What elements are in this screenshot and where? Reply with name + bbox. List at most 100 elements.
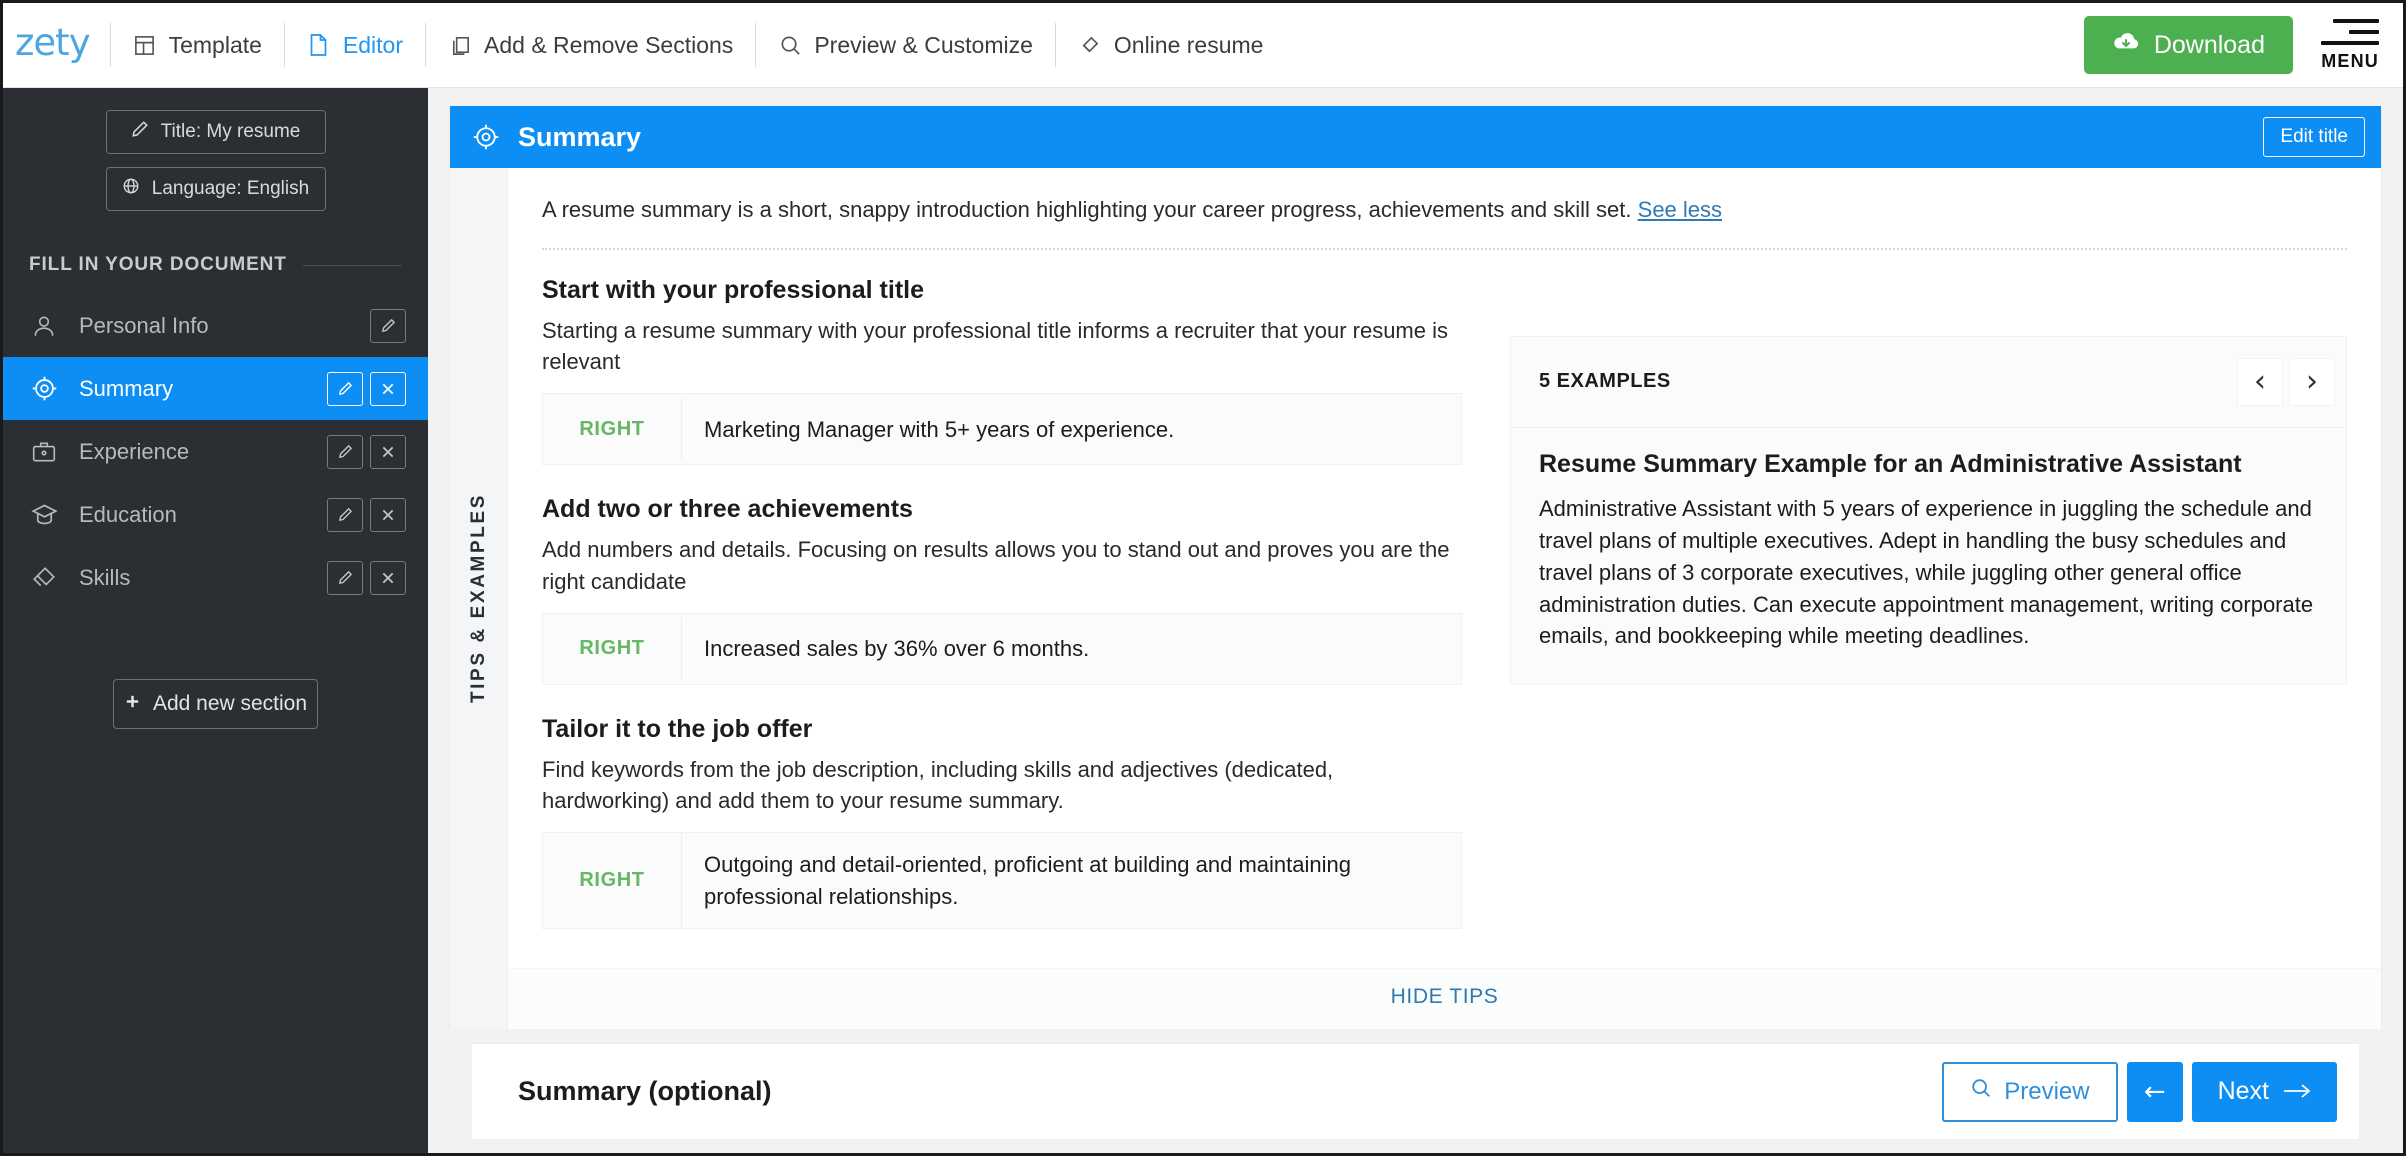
tip-heading: Start with your professional title: [542, 275, 924, 304]
plus-icon: [124, 692, 141, 716]
tips-columns: Start with your professional title Start…: [542, 276, 2347, 968]
nav-item-template[interactable]: Template: [111, 17, 284, 73]
graduation-cap-icon: [27, 501, 61, 528]
intro-text: A resume summary is a short, snappy intr…: [542, 194, 2347, 226]
right-tag: RIGHT: [579, 417, 645, 440]
summary-title: Summary: [518, 121, 642, 152]
bottom-action-bar: Summary (optional) Preview ← Next: [472, 1043, 2359, 1139]
edit-education-button[interactable]: [327, 497, 363, 532]
topbar-right-actions: Download MENU: [2083, 16, 2403, 74]
sidebar-actions: [327, 497, 406, 532]
download-button[interactable]: Download: [2083, 16, 2293, 74]
header-rule: [302, 264, 402, 266]
tip-body: Find keywords from the job description, …: [542, 756, 1334, 814]
summary-card: Summary Edit title TIPS & EXAMPLES A res…: [450, 106, 2381, 1029]
person-icon: [27, 313, 61, 339]
tips-rail-label: TIPS & EXAMPLES: [467, 493, 489, 704]
tip-example-text: Marketing Manager with 5+ years of exper…: [681, 397, 1461, 461]
tips-pane: A resume summary is a short, snappy intr…: [508, 168, 2381, 1029]
nav-item-preview-customize[interactable]: Preview & Customize: [756, 17, 1055, 73]
tip-body: Starting a resume summary with your prof…: [542, 317, 1448, 375]
menu-button[interactable]: MENU: [2321, 18, 2379, 72]
tip-example-box: RIGHT Increased sales by 36% over 6 mont…: [542, 612, 1462, 685]
tip-block: Tailor it to the job offer Find keywords…: [542, 715, 1462, 929]
bottom-actions: Preview ← Next: [1942, 1061, 2337, 1122]
hamburger-bar: [2321, 40, 2379, 45]
tip-example-text: Outgoing and detail-oriented, proficient…: [681, 833, 1461, 928]
back-button[interactable]: ←: [2126, 1061, 2183, 1122]
sidebar-item-experience[interactable]: Experience: [3, 420, 428, 483]
sidebar-actions: [327, 434, 406, 469]
sidebar-label-education: Education: [79, 501, 177, 527]
hamburger-bar: [2333, 18, 2379, 23]
sidebar-actions: [327, 560, 406, 595]
fill-in-document-header: FILL IN YOUR DOCUMENT: [3, 232, 428, 276]
target-icon: [27, 375, 61, 402]
nav-label-template: Template: [168, 31, 262, 58]
sidebar-label-experience: Experience: [79, 438, 190, 464]
tip-example-box: RIGHT Marketing Manager with 5+ years of…: [542, 393, 1462, 466]
hide-tips-button[interactable]: HIDE TIPS: [508, 968, 2381, 1029]
delete-summary-button[interactable]: [370, 371, 406, 406]
sidebar-item-education[interactable]: Education: [3, 483, 428, 546]
search-icon: [778, 33, 802, 57]
menu-label: MENU: [2321, 50, 2379, 71]
fill-in-document-label: FILL IN YOUR DOCUMENT: [29, 254, 287, 275]
add-new-section-label: Add new section: [152, 692, 308, 715]
zety-logo[interactable]: zety: [3, 24, 110, 67]
sidebar-label-summary: Summary: [79, 375, 174, 401]
next-button[interactable]: Next: [2191, 1061, 2337, 1122]
sidebar-label-personal-info: Personal Info: [79, 312, 209, 338]
edit-summary-button[interactable]: [327, 371, 363, 406]
delete-education-button[interactable]: [370, 497, 406, 532]
tip-heading: Add two or three achievements: [542, 495, 913, 524]
preview-label: Preview: [2004, 1077, 2090, 1105]
document-icon: [307, 33, 331, 57]
nav-item-add-remove-sections[interactable]: Add & Remove Sections: [426, 17, 755, 73]
delete-skills-button[interactable]: [370, 560, 406, 595]
edit-personal-info-button[interactable]: [370, 308, 406, 343]
next-label: Next: [2217, 1077, 2269, 1105]
spacer-strip: [450, 1139, 2381, 1153]
edit-skills-button[interactable]: [327, 560, 363, 595]
preview-button[interactable]: Preview: [1942, 1061, 2118, 1122]
nav-label-preview-customize: Preview & Customize: [814, 31, 1033, 58]
search-icon: [1970, 1077, 1992, 1106]
examples-nav: ‹ ›: [2238, 358, 2334, 405]
nav-item-online-resume[interactable]: Online resume: [1056, 17, 1286, 73]
app-window: zety Template Editor Add & Remove Sectio…: [0, 0, 2406, 1156]
briefcase-icon: [27, 439, 61, 465]
chevron-left-icon[interactable]: ‹: [2238, 358, 2282, 405]
tips-rail: TIPS & EXAMPLES: [450, 168, 508, 1029]
examples-header: 5 EXAMPLES ‹ ›: [1511, 337, 2346, 428]
arrow-right-icon: [2283, 1077, 2311, 1106]
delete-experience-button[interactable]: [370, 434, 406, 469]
sidebar-item-skills[interactable]: Skills: [3, 546, 428, 609]
spacer-strip: [450, 1029, 2381, 1043]
globe-icon: [122, 177, 140, 201]
examples-count-label: 5 EXAMPLES: [1539, 370, 1671, 393]
chevron-right-icon[interactable]: ›: [2290, 358, 2334, 405]
sidebar: Title: My resume Language: English FILL …: [3, 88, 428, 1153]
right-tag: RIGHT: [579, 637, 645, 660]
see-less-link[interactable]: See less: [1638, 197, 1722, 222]
nav-label-add-remove-sections: Add & Remove Sections: [484, 31, 734, 58]
copy-icon: [448, 33, 472, 57]
sidebar-actions: [370, 308, 406, 343]
resume-title-button[interactable]: Title: My resume: [105, 110, 326, 154]
language-button[interactable]: Language: English: [105, 167, 326, 211]
tips-list: Start with your professional title Start…: [542, 276, 1462, 968]
sidebar-item-summary[interactable]: Summary: [3, 357, 428, 420]
examples-box: 5 EXAMPLES ‹ › Resume Summary Example fo…: [1510, 335, 2347, 686]
nav-label-online-resume: Online resume: [1113, 31, 1264, 58]
add-new-section-button[interactable]: Add new section: [113, 679, 318, 729]
main-content: Summary Edit title TIPS & EXAMPLES A res…: [428, 88, 2403, 1153]
sidebar-item-personal-info[interactable]: Personal Info: [3, 294, 428, 357]
language-label: Language: English: [151, 178, 310, 199]
edit-title-button[interactable]: Edit title: [2263, 117, 2365, 157]
tip-block: Add two or three achievements Add number…: [542, 495, 1462, 685]
nav-item-editor[interactable]: Editor: [285, 17, 425, 73]
edit-experience-button[interactable]: [327, 434, 363, 469]
pencil-icon: [131, 120, 149, 144]
examples-body: Resume Summary Example for an Administra…: [1511, 428, 2346, 684]
